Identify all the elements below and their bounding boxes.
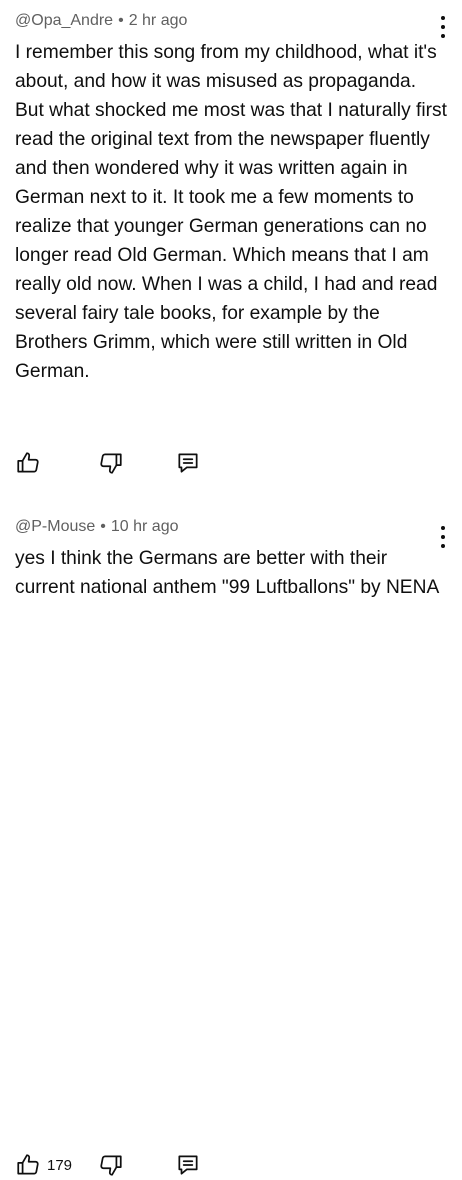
comment-meta: @Opa_Andre • 2 hr ago — [15, 12, 187, 30]
comment-meta: @P-Mouse • 10 hr ago — [15, 518, 178, 536]
comment-text: I remember this song from my childhood, … — [15, 42, 447, 382]
thumbs-up-icon — [15, 450, 41, 476]
like-count: 179 — [47, 1156, 73, 1174]
comment-text: yes I think the Germans are better with … — [15, 548, 440, 598]
reply-button[interactable] — [175, 1150, 201, 1180]
more-vertical-icon[interactable] — [434, 16, 452, 38]
thumbs-down-icon — [98, 450, 124, 476]
comment-timestamp[interactable]: 10 hr ago — [111, 518, 179, 535]
comment-author[interactable]: @Opa_Andre — [15, 12, 113, 29]
meta-separator: • — [118, 12, 124, 29]
comment-actions — [0, 448, 462, 478]
meta-separator: • — [100, 518, 106, 535]
thumbs-down-icon — [98, 1152, 124, 1178]
reply-comment-icon — [175, 1152, 201, 1178]
reply-button[interactable] — [175, 448, 201, 478]
reply-comment-icon — [175, 450, 201, 476]
comment-actions: 179 — [0, 1150, 462, 1180]
dislike-button[interactable] — [98, 448, 124, 478]
like-button[interactable]: 179 — [15, 1150, 72, 1180]
comment-author[interactable]: @P-Mouse — [15, 518, 95, 535]
comment-timestamp[interactable]: 2 hr ago — [129, 12, 188, 29]
thumbs-up-icon — [15, 1152, 41, 1178]
like-button[interactable] — [15, 448, 47, 478]
dislike-button[interactable] — [98, 1150, 124, 1180]
